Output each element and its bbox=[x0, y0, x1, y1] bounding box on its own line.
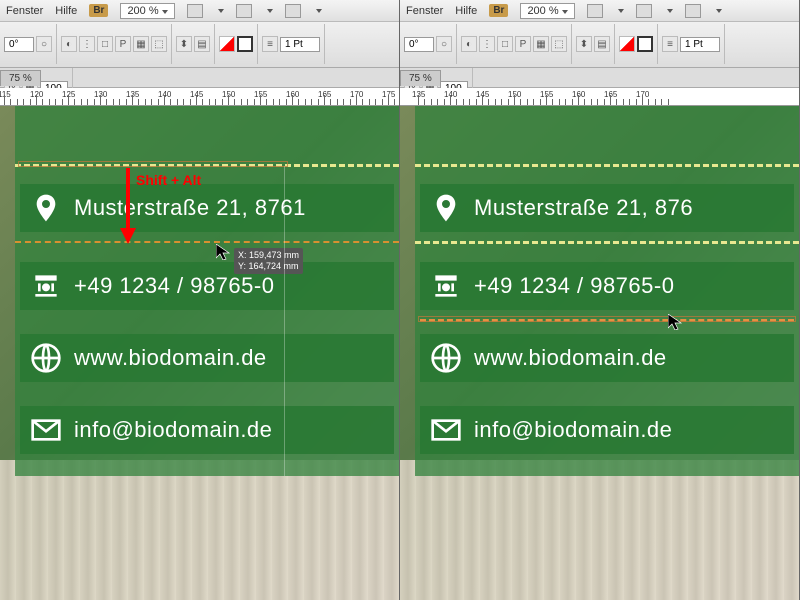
web-row-r[interactable]: www.biodomain.de bbox=[420, 334, 794, 382]
align-icon-r[interactable]: ▤ bbox=[594, 36, 610, 52]
globe-icon-r bbox=[430, 342, 462, 374]
tool-icon-4r[interactable]: ▦ bbox=[533, 36, 549, 52]
mail-icon bbox=[30, 414, 62, 446]
fill-swatch-r[interactable] bbox=[619, 36, 635, 52]
control-bar-r: 0° ○ ◐ ⋮ □ P ▦ ⬚ ⬍ ▤ ≡ 1 Pt bbox=[400, 22, 799, 68]
stroke-swatch-r[interactable] bbox=[637, 36, 653, 52]
rotation-field-r[interactable]: 0° bbox=[404, 37, 434, 52]
tool-icon-3[interactable]: □ bbox=[97, 36, 113, 52]
menu-bar-r: Fenster Hilfe Br 200 % bbox=[400, 0, 799, 22]
stroke-weight-field-r[interactable]: 1 Pt bbox=[680, 37, 720, 52]
rotation-icon[interactable]: ○ bbox=[36, 36, 52, 52]
rotation-icon-r[interactable]: ○ bbox=[436, 36, 452, 52]
fill-swatch[interactable] bbox=[219, 36, 235, 52]
pin-icon-r bbox=[430, 192, 462, 224]
phone-text-r: +49 1234 / 98765-0 bbox=[474, 273, 674, 299]
doc-tab-r[interactable]: 75 % bbox=[400, 70, 441, 86]
doc-tab[interactable]: 75 % bbox=[0, 70, 41, 86]
link-icon-r[interactable]: ⬍ bbox=[576, 36, 592, 52]
canvas-left[interactable]: Musterstraße 21, 8761 +49 1234 / 98765-0… bbox=[0, 106, 399, 600]
view-icon-1r[interactable] bbox=[587, 4, 603, 18]
tool-icon-2[interactable]: ⋮ bbox=[79, 36, 95, 52]
email-text: info@biodomain.de bbox=[74, 417, 272, 443]
phone-row[interactable]: +49 1234 / 98765-0 bbox=[20, 262, 394, 310]
p-icon-r[interactable]: P bbox=[515, 36, 531, 52]
email-text-r: info@biodomain.de bbox=[474, 417, 672, 443]
tool-icon-5r[interactable]: ⬚ bbox=[551, 36, 567, 52]
menu-window-r[interactable]: Fenster bbox=[406, 5, 443, 17]
menu-help[interactable]: Hilfe bbox=[55, 5, 77, 17]
view-icon-3[interactable] bbox=[285, 4, 301, 18]
ruler-horizontal-r[interactable]: 135140145150155160165170 bbox=[400, 88, 799, 106]
menu-window[interactable]: Fenster bbox=[6, 5, 43, 17]
globe-icon bbox=[30, 342, 62, 374]
web-text: www.biodomain.de bbox=[74, 345, 267, 371]
web-text-r: www.biodomain.de bbox=[474, 345, 667, 371]
tool-icon-3r[interactable]: □ bbox=[497, 36, 513, 52]
zoom-field[interactable]: 200 % bbox=[120, 3, 174, 19]
tool-icon-4[interactable]: ▦ bbox=[133, 36, 149, 52]
photo-shirt-r bbox=[400, 460, 799, 600]
rotation-field[interactable]: 0° bbox=[4, 37, 34, 52]
canvas-right[interactable]: Musterstraße 21, 876 +49 1234 / 98765-0 … bbox=[400, 106, 799, 600]
control-bar: 0° ○ ◐ ⋮ □ P ▦ ⬚ ⬍ ▤ ≡ 1 Pt bbox=[0, 22, 399, 68]
p-icon[interactable]: P bbox=[115, 36, 131, 52]
stroke-weight-field[interactable]: 1 Pt bbox=[280, 37, 320, 52]
link-icon[interactable]: ⬍ bbox=[176, 36, 192, 52]
align-icon[interactable]: ▤ bbox=[194, 36, 210, 52]
web-row[interactable]: www.biodomain.de bbox=[20, 334, 394, 382]
tool-icon-1r[interactable]: ◐ bbox=[461, 36, 477, 52]
view-icon-1[interactable] bbox=[187, 4, 203, 18]
mail-icon-r bbox=[430, 414, 462, 446]
right-pane: Fenster Hilfe Br 200 % 0° ○ ◐ ⋮ □ P ▦ ⬚ … bbox=[400, 0, 800, 600]
tool-icon-5[interactable]: ⬚ bbox=[151, 36, 167, 52]
xy-tooltip: X: 159,473 mm Y: 164,724 mm bbox=[234, 248, 303, 274]
view-icon-2r[interactable] bbox=[636, 4, 652, 18]
drag-guide-line bbox=[15, 241, 399, 243]
stroke-swatch[interactable] bbox=[237, 36, 253, 52]
phone-icon-r bbox=[430, 270, 462, 302]
address-text: Musterstraße 21, 8761 bbox=[74, 195, 306, 221]
pin-icon bbox=[30, 192, 62, 224]
menu-help-r[interactable]: Hilfe bbox=[455, 5, 477, 17]
stroke-weight-icon-r[interactable]: ≡ bbox=[662, 36, 678, 52]
stroke-weight-icon[interactable]: ≡ bbox=[262, 36, 278, 52]
view-icon-3r[interactable] bbox=[685, 4, 701, 18]
left-pane: Fenster Hilfe Br 200 % 0° ○ ◐ ⋮ □ P ▦ ⬚ … bbox=[0, 0, 400, 600]
address-text-r: Musterstraße 21, 876 bbox=[474, 195, 693, 221]
phone-row-r[interactable]: +49 1234 / 98765-0 bbox=[420, 262, 794, 310]
email-row-r[interactable]: info@biodomain.de bbox=[420, 406, 794, 454]
phone-text: +49 1234 / 98765-0 bbox=[74, 273, 274, 299]
zoom-field-r[interactable]: 200 % bbox=[520, 3, 574, 19]
selection-box-r bbox=[418, 316, 796, 322]
shortcut-hint: Shift + Alt bbox=[136, 172, 201, 188]
bridge-badge[interactable]: Br bbox=[89, 4, 108, 17]
smart-guide-v bbox=[284, 166, 285, 476]
photo-shirt bbox=[0, 460, 399, 600]
selection-box bbox=[18, 161, 288, 167]
email-row[interactable]: info@biodomain.de bbox=[20, 406, 394, 454]
view-icon-2[interactable] bbox=[236, 4, 252, 18]
bridge-badge-r[interactable]: Br bbox=[489, 4, 508, 17]
dashed-separator-r1 bbox=[415, 164, 799, 167]
address-row-r[interactable]: Musterstraße 21, 876 bbox=[420, 184, 794, 232]
phone-icon bbox=[30, 270, 62, 302]
dashed-separator-r2 bbox=[415, 241, 799, 244]
tool-icon-1[interactable]: ◐ bbox=[61, 36, 77, 52]
address-row[interactable]: Musterstraße 21, 8761 bbox=[20, 184, 394, 232]
tool-icon-2r[interactable]: ⋮ bbox=[479, 36, 495, 52]
menu-bar: Fenster Hilfe Br 200 % bbox=[0, 0, 399, 22]
ruler-horizontal[interactable]: 115120125130135140145150155160165170175 bbox=[0, 88, 399, 106]
split-view: Fenster Hilfe Br 200 % 0° ○ ◐ ⋮ □ P ▦ ⬚ … bbox=[0, 0, 800, 600]
